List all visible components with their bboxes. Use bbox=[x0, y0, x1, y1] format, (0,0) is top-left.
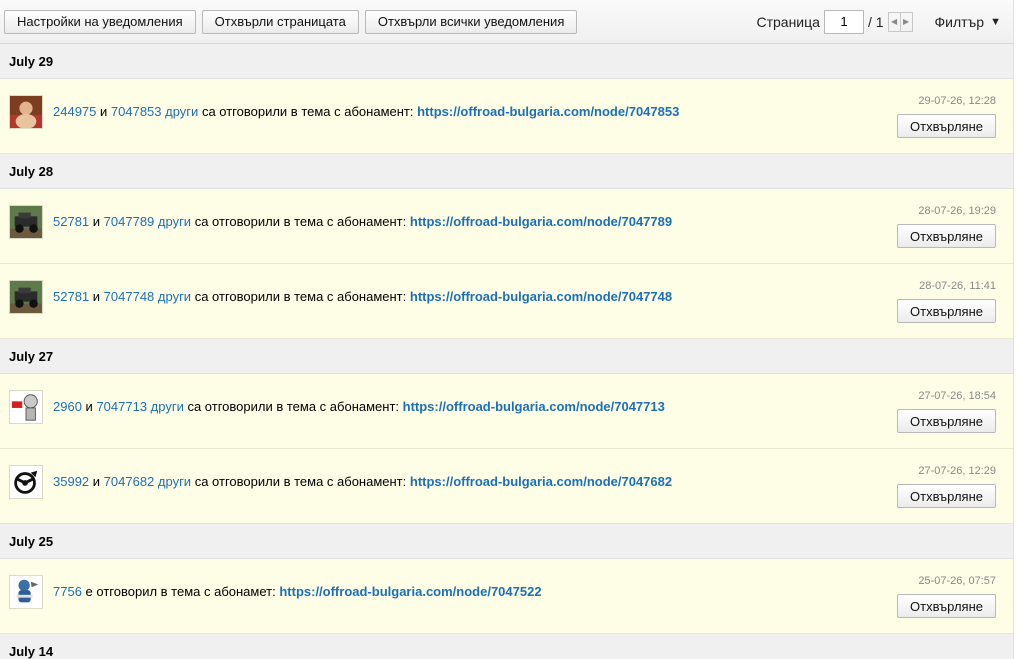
conjunction-text: и bbox=[85, 399, 93, 414]
conjunction-text: и bbox=[92, 289, 101, 304]
notification-message: 7756 е отговорил в тема с абонамет: http… bbox=[53, 584, 542, 599]
filter-dropdown[interactable]: Филтър ▼ bbox=[935, 14, 1001, 30]
conjunction-text: и bbox=[100, 104, 108, 119]
conjunction-text: и bbox=[92, 214, 101, 229]
notification-item: 2960 и 7047713 други са отговорили в тем… bbox=[0, 374, 1013, 449]
person-avatar[interactable] bbox=[9, 95, 43, 129]
notification-text: е отговорил в тема с абонамет: bbox=[85, 584, 276, 599]
notification-item: 52781 и 7047748 други са отговорили в те… bbox=[0, 264, 1013, 339]
date-header: July 29 bbox=[0, 44, 1013, 79]
dropdown-arrow-icon: ▼ bbox=[990, 15, 1001, 28]
notification-message: 52781 и 7047748 други са отговорили в те… bbox=[53, 289, 672, 304]
user-link[interactable]: 52781 bbox=[53, 289, 89, 304]
mascot-avatar[interactable] bbox=[9, 575, 43, 609]
notification-text: са отговорили в тема с абонамент: bbox=[194, 289, 407, 304]
date-header: July 27 bbox=[0, 339, 1013, 374]
notification-timestamp: 25-07-26, 07:57 bbox=[918, 575, 996, 587]
jeep-avatar[interactable] bbox=[9, 280, 43, 314]
notification-message: 244975 и 7047853 други са отговорили в т… bbox=[53, 104, 679, 119]
reject-button[interactable]: Отхвърляне bbox=[897, 409, 996, 433]
others-link[interactable]: 7047682 други bbox=[104, 474, 191, 489]
filter-label: Филтър bbox=[934, 13, 985, 30]
notification-timestamp: 28-07-26, 11:41 bbox=[919, 280, 996, 292]
notification-item: 52781 и 7047789 други са отговорили в те… bbox=[0, 189, 1013, 264]
page-total: / 1 bbox=[867, 13, 884, 30]
notification-text: са отговорили в тема с абонамент: bbox=[194, 214, 407, 229]
conjunction-text: и bbox=[92, 474, 101, 489]
reject-button[interactable]: Отхвърляне bbox=[897, 224, 996, 248]
date-header: July 28 bbox=[0, 154, 1013, 189]
notification-message: 2960 и 7047713 други са отговорили в тем… bbox=[53, 399, 665, 414]
notification-settings-button[interactable]: Настройки на уведомления bbox=[4, 9, 196, 34]
notification-list: July 29 244975 и 7047853 други са отговор… bbox=[0, 44, 1013, 659]
date-header: July 25 bbox=[0, 524, 1013, 559]
notification-timestamp: 27-07-26, 12:29 bbox=[918, 465, 996, 477]
notification-timestamp: 29-07-26, 12:28 bbox=[918, 95, 996, 107]
notification-text: са отговорили в тема с абонамент: bbox=[194, 474, 407, 489]
date-header: July 14 bbox=[0, 634, 1013, 659]
reject-button[interactable]: Отхвърляне bbox=[897, 299, 996, 323]
toolbar: Настройки на уведомления Отхвърли страни… bbox=[0, 0, 1013, 44]
others-link[interactable]: 7047789 други bbox=[104, 214, 191, 229]
user-link[interactable]: 7756 bbox=[53, 584, 82, 599]
user-link[interactable]: 52781 bbox=[53, 214, 89, 229]
user-link[interactable]: 244975 bbox=[53, 104, 96, 119]
wheel-avatar[interactable] bbox=[9, 465, 43, 499]
notifications-page: Настройки на уведомления Отхвърли страни… bbox=[0, 0, 1014, 659]
reject-button[interactable]: Отхвърляне bbox=[897, 594, 996, 618]
page-number-input[interactable] bbox=[823, 9, 864, 34]
topic-url-link[interactable]: https://offroad-bulgaria.com/node/704771… bbox=[403, 399, 665, 414]
notification-text: са отговорили в тема с абонамент: bbox=[201, 104, 414, 119]
notification-timestamp: 28-07-26, 19:29 bbox=[918, 205, 996, 217]
others-link[interactable]: 7047853 други bbox=[111, 104, 198, 119]
user-link[interactable]: 35992 bbox=[53, 474, 89, 489]
cartoon-avatar[interactable] bbox=[9, 390, 43, 424]
notification-item: 244975 и 7047853 други са отговорили в т… bbox=[0, 79, 1013, 154]
topic-url-link[interactable]: https://offroad-bulgaria.com/node/704778… bbox=[410, 214, 672, 229]
jeep-avatar[interactable] bbox=[9, 205, 43, 239]
topic-url-link[interactable]: https://offroad-bulgaria.com/node/704752… bbox=[279, 584, 541, 599]
others-link[interactable]: 7047748 други bbox=[104, 289, 191, 304]
topic-url-link[interactable]: https://offroad-bulgaria.com/node/704768… bbox=[410, 474, 672, 489]
reject-button[interactable]: Отхвърляне bbox=[897, 114, 996, 138]
topic-url-link[interactable]: https://offroad-bulgaria.com/node/704774… bbox=[410, 289, 672, 304]
next-page-icon[interactable]: ▶ bbox=[899, 12, 912, 31]
reject-page-button[interactable]: Отхвърли страницата bbox=[201, 9, 359, 34]
pager: Страница / 1 ◀ ▶ bbox=[756, 9, 913, 34]
topic-url-link[interactable]: https://offroad-bulgaria.com/node/704785… bbox=[417, 104, 679, 119]
user-link[interactable]: 2960 bbox=[53, 399, 82, 414]
notification-item: 7756 е отговорил в тема с абонамет: http… bbox=[0, 559, 1013, 634]
notification-item: 35992 и 7047682 други са отговорили в те… bbox=[0, 449, 1013, 524]
notification-text: са отговорили в тема с абонамент: bbox=[187, 399, 400, 414]
reject-button[interactable]: Отхвърляне bbox=[897, 484, 996, 508]
page-label: Страница bbox=[756, 13, 820, 30]
others-link[interactable]: 7047713 други bbox=[96, 399, 183, 414]
previous-page-icon[interactable]: ◀ bbox=[889, 13, 900, 31]
notification-message: 52781 и 7047789 други са отговорили в те… bbox=[53, 214, 672, 229]
notification-timestamp: 27-07-26, 18:54 bbox=[918, 390, 996, 402]
reject-all-button[interactable]: Отхвърли всички уведомления bbox=[364, 9, 578, 34]
notification-message: 35992 и 7047682 други са отговорили в те… bbox=[53, 474, 672, 489]
